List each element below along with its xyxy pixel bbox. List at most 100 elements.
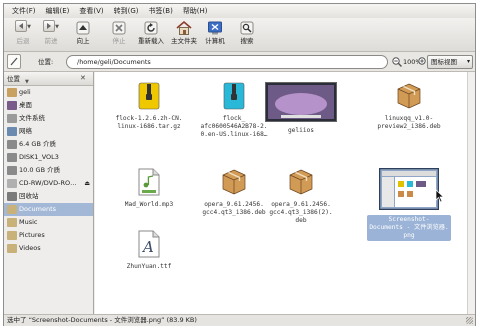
menu-go[interactable]: 转到(G) [109,4,144,18]
search-label: 搜索 [240,37,254,45]
sidebar-item[interactable]: Documents [4,203,93,216]
menu-view[interactable]: 查看(V) [74,4,108,18]
resize-grip-icon[interactable] [466,317,473,324]
file-item[interactable]: geliios [251,82,351,135]
menu-help[interactable]: 帮助(H) [178,4,213,18]
stop-label: 停止 [112,37,126,45]
sidebar-item-label: 10.0 GB 介质 [19,166,61,174]
folder-icon [7,217,17,227]
sidebar-item-label: Videos [19,244,41,252]
file-name: linuxqq_v1.0- preview2_i386.deb [377,115,441,130]
sidebar-item-label: 6.4 GB 介质 [19,140,56,148]
home-label: 主文件夹 [171,37,197,45]
sidebar-item[interactable]: 文件系统 [4,112,93,125]
file-name: geliios [287,127,315,134]
computer-icon [207,20,223,36]
sidebar-item[interactable]: 回收站 [4,190,93,203]
forward-label: 前进 [44,37,58,45]
menu-edit[interactable]: 编辑(E) [41,4,75,18]
trash-icon [7,191,17,201]
view-mode-value: 图标视图 [431,58,457,66]
package-icon [367,82,451,112]
computer-label: 计算机 [205,37,225,45]
sidebar-item[interactable]: Pictures [4,229,93,242]
stop-button[interactable]: 停止 [102,20,136,50]
menu-bookmarks[interactable]: 书签(B) [144,4,178,18]
file-manager-window: 文件(F) 编辑(E) 查看(V) 转到(G) 书签(B) 帮助(H) ▼ 后退… [3,3,476,326]
file-item[interactable]: flock-1.2.6.zh-CN. linux-i686.tar.gz [107,82,191,131]
sidebar-title: 位置 [7,75,20,83]
sidebar-item-label: CD-RW/DVD-RO… [19,179,77,187]
sidebar-item-label: Pictures [19,231,45,239]
places-list: geli 桌面文件系统网络 6.4 GB 介质 DISK1_VOL3 10.0 GB 介… [4,86,93,255]
sidebar-item[interactable]: 桌面 [4,99,93,112]
sidebar-item[interactable]: Music [4,216,93,229]
up-label: 向上 [76,37,90,45]
sidebar-item[interactable]: Videos [4,242,93,255]
location-bar: 位置: /home/geli/Documents 100% 图标视图 ▾ [4,52,475,72]
home-icon [176,20,192,36]
sidebar-item-label: geli [19,88,31,96]
image-thumbnail-icon [251,82,351,124]
filesystem-icon [7,113,17,123]
menu-bar: 文件(F) 编辑(E) 查看(V) 转到(G) 书签(B) 帮助(H) [4,4,475,18]
status-bar: 选中了 “Screenshot-Documents - 文件浏览器.png” (… [4,314,475,326]
network-icon [7,126,17,136]
reload-button[interactable]: 重新载入 [132,20,170,50]
sidebar-item[interactable]: geli [4,86,93,99]
search-icon [239,20,255,36]
audio-file-icon [107,168,191,198]
vertical-scrollbar[interactable] [467,72,475,314]
file-item[interactable]: linuxqq_v1.0- preview2_i386.deb [367,82,451,131]
forward-arrow-icon: ▼ [40,20,62,36]
file-name: Screenshot- Documents - 文件浏览器. png [367,215,451,241]
sidebar-header[interactable]: 位置 ▼ ✕ [4,72,93,86]
optical-drive-icon [7,178,17,188]
package-icon [259,168,343,198]
menu-file[interactable]: 文件(F) [7,4,41,18]
pencil-icon [10,57,18,66]
sidebar-item[interactable]: 网络 [4,125,93,138]
sidebar-item-label: Documents [19,205,57,213]
computer-button[interactable]: 计算机 [198,20,232,50]
home-folder-icon [7,87,17,97]
sidebar-item-label: 文件系统 [19,114,45,122]
svg-text:A: A [141,238,154,256]
file-item[interactable]: opera_9.61.2456. gcc4.qt3_i386(2). deb [259,168,343,225]
file-name: opera_9.61.2456. gcc4.qt3_i386(2). deb [269,201,333,224]
file-item[interactable]: Mad_World.mp3 [107,168,191,209]
chevron-down-icon: ▾ [466,58,470,65]
sidebar-item-label: DISK1_VOL3 [19,153,59,161]
up-button[interactable]: 向上 [66,20,100,50]
reload-icon [143,20,159,36]
back-arrow-icon: ▼ [12,20,34,36]
toolbar: ▼ 后退 ▼ 前进 向上 停止 重新载入 主文件夹 计算机 搜索 [4,18,475,52]
file-view[interactable]: flock-1.2.6.zh-CN. linux-i686.tar.gz floc… [95,72,475,314]
reload-label: 重新载入 [138,37,164,45]
folder-icon [7,243,17,253]
sidebar: 位置 ▼ ✕ geli 桌面文件系统网络 6.4 GB 介质 DISK1_VOL3 10… [4,72,94,314]
file-item[interactable]: Screenshot- Documents - 文件浏览器. png [367,167,451,241]
mouse-cursor-icon [435,189,445,203]
folder-icon [7,230,17,240]
view-mode-select[interactable]: 图标视图 ▾ [427,55,473,69]
file-item[interactable]: A ZhunYuan.ttf [107,230,191,271]
close-icon[interactable]: ✕ [80,74,89,83]
search-button[interactable]: 搜索 [230,20,264,50]
sidebar-item-label: Music [19,218,38,226]
zoom-out-icon[interactable] [391,56,403,68]
home-button[interactable]: 主文件夹 [166,20,202,50]
font-file-icon: A [107,230,191,260]
sidebar-item-label: 桌面 [19,101,32,109]
folder-icon [7,204,17,214]
sidebar-item[interactable]: 6.4 GB 介质 [4,138,93,151]
sidebar-item[interactable]: 10.0 GB 介质 [4,164,93,177]
sidebar-item[interactable]: CD-RW/DVD-RO… ⏏ [4,177,93,190]
forward-button[interactable]: ▼ 前进 [34,20,68,50]
archive-icon [107,82,191,112]
drive-icon [7,165,17,175]
path-input[interactable]: /home/geli/Documents [66,55,388,69]
toggle-path-button[interactable] [7,54,21,69]
eject-icon[interactable]: ⏏ [84,177,90,190]
sidebar-item[interactable]: DISK1_VOL3 [4,151,93,164]
